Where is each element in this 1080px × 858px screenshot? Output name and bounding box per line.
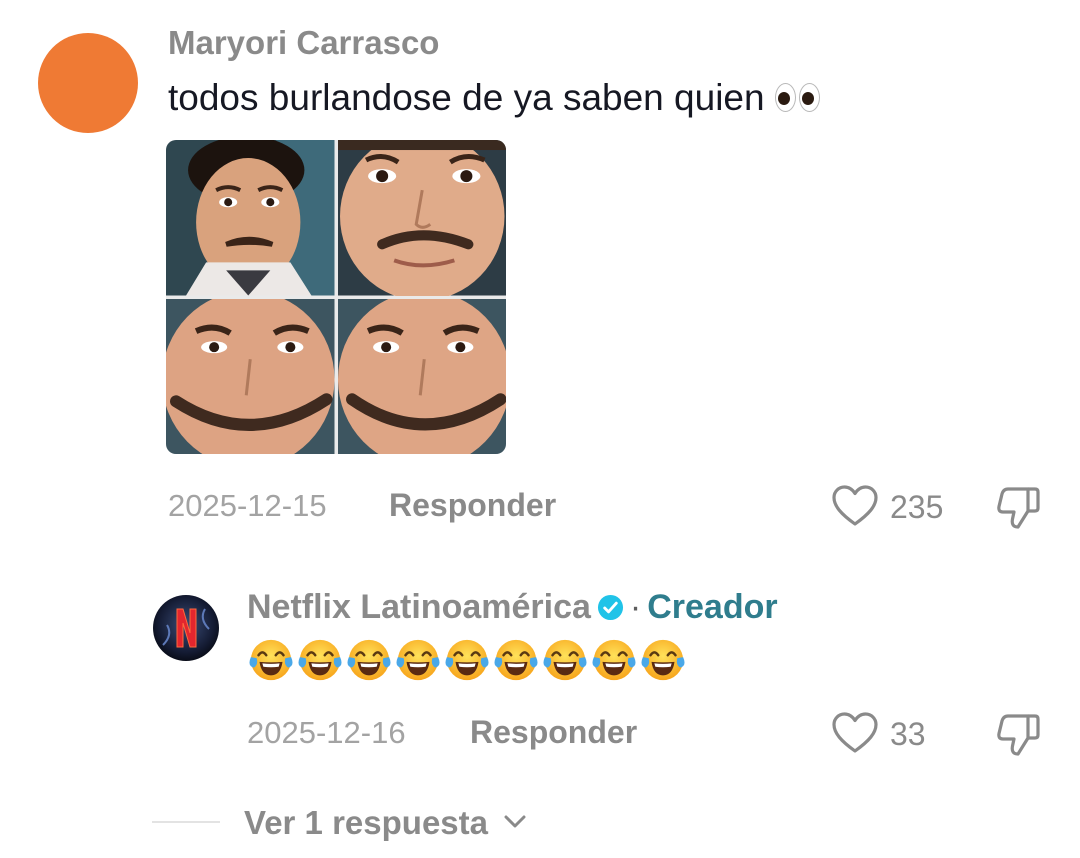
meme-image[interactable] <box>166 140 506 454</box>
view-replies-button[interactable]: Ver 1 respuesta <box>244 804 527 842</box>
verified-badge-icon <box>597 594 623 621</box>
meme-panel-2 <box>337 140 506 296</box>
avatar-maryori[interactable] <box>38 33 138 133</box>
heart-icon[interactable] <box>831 711 879 755</box>
avatar-netflix[interactable] <box>153 595 219 661</box>
comment-username[interactable]: Maryori Carrasco <box>168 24 439 62</box>
reply-like-count: 33 <box>890 716 926 752</box>
meme-panel-4 <box>337 298 506 454</box>
tears-of-joy-emoji <box>445 639 489 681</box>
reply-button[interactable]: Responder <box>389 487 556 524</box>
reply-username[interactable]: Netflix Latinoamérica <box>247 588 591 626</box>
comment-thread: Maryori Carrasco todos burlandose de ya … <box>0 0 1080 858</box>
reply-text <box>248 637 686 683</box>
separator-dot: · <box>629 588 642 626</box>
comment-date: 2025-12-15 <box>168 488 327 523</box>
tears-of-joy-emoji <box>298 639 342 681</box>
tears-of-joy-emoji <box>396 639 440 681</box>
like-count: 235 <box>890 489 944 525</box>
meme-panel-3 <box>166 298 335 454</box>
chevron-down-icon <box>504 815 526 828</box>
tears-of-joy-emoji <box>494 639 538 681</box>
eyes-emoji-icon <box>774 83 820 112</box>
creator-label: Creador <box>647 588 778 626</box>
comment-text-content: todos burlandose de ya saben quien <box>168 77 765 118</box>
reply-username-row: Netflix Latinoamérica · Creador <box>247 588 778 627</box>
tears-of-joy-emoji <box>249 639 293 681</box>
reply-reply-button[interactable]: Responder <box>470 714 637 751</box>
tears-of-joy-emoji <box>543 639 587 681</box>
meme-panel-1 <box>166 140 335 296</box>
view-replies-label: Ver 1 respuesta <box>244 804 488 841</box>
tears-of-joy-emoji <box>592 639 636 681</box>
comment-text: todos burlandose de ya saben quien <box>168 77 820 119</box>
tears-of-joy-emoji <box>347 639 391 681</box>
tears-of-joy-emoji <box>641 639 685 681</box>
thumbs-down-icon[interactable] <box>994 712 1042 758</box>
divider-line <box>152 821 220 823</box>
thumbs-down-icon[interactable] <box>994 485 1042 531</box>
reply-date: 2025-12-16 <box>247 715 406 750</box>
heart-icon[interactable] <box>831 484 879 528</box>
